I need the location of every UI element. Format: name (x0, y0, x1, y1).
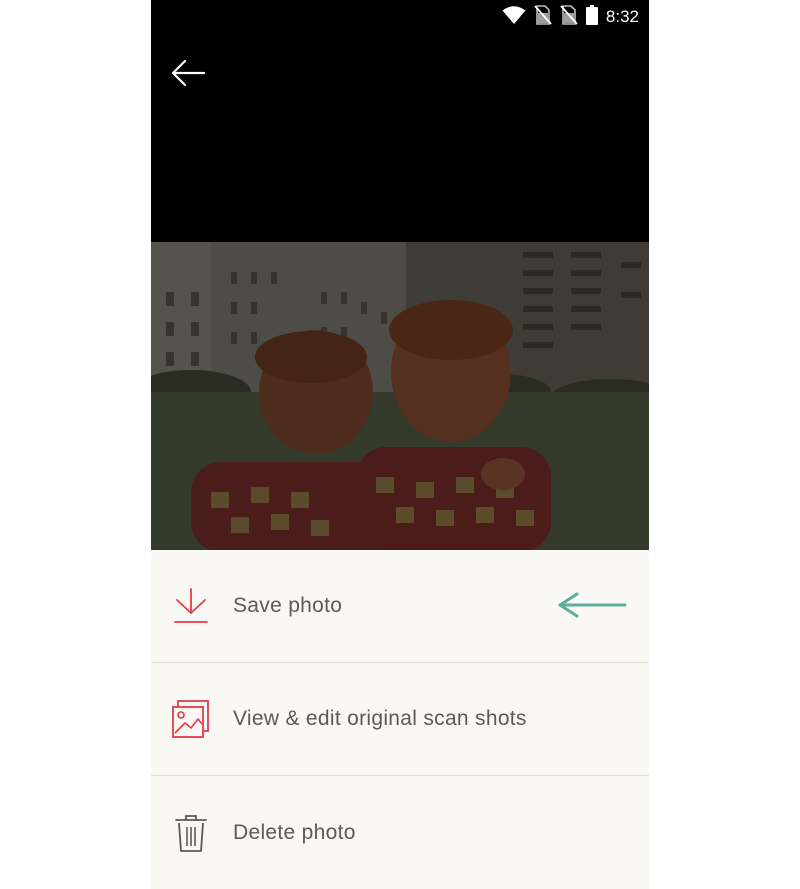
view-edit-scan-shots-label: View & edit original scan shots (233, 707, 527, 730)
view-edit-scan-shots-button[interactable]: View & edit original scan shots (151, 663, 649, 776)
photo-actions-sheet: Save photo View & edit original scan sho… (151, 550, 649, 889)
save-photo-button[interactable]: Save photo (151, 550, 649, 663)
save-photo-label: Save photo (233, 594, 343, 617)
wifi-icon (502, 5, 526, 30)
teal-left-arrow-icon (555, 590, 629, 620)
delete-photo-button[interactable]: Delete photo (151, 776, 649, 889)
download-icon (171, 586, 211, 626)
back-arrow-icon (171, 59, 206, 87)
status-icons: 8:32 (502, 4, 639, 30)
app-bar (151, 34, 649, 110)
back-button[interactable] (165, 50, 211, 96)
status-time: 8:32 (605, 7, 639, 26)
scanned-photo-preview (151, 242, 649, 550)
photos-icon (171, 699, 211, 739)
battery-icon (585, 4, 598, 30)
delete-photo-label: Delete photo (233, 820, 356, 844)
trash-icon (171, 813, 211, 853)
no-sim-icon-2 (560, 4, 578, 30)
phone-screen: 8:32 Save photo View & edit original sca… (151, 0, 649, 889)
status-bar: 8:32 (151, 0, 649, 34)
no-sim-icon (534, 4, 552, 30)
